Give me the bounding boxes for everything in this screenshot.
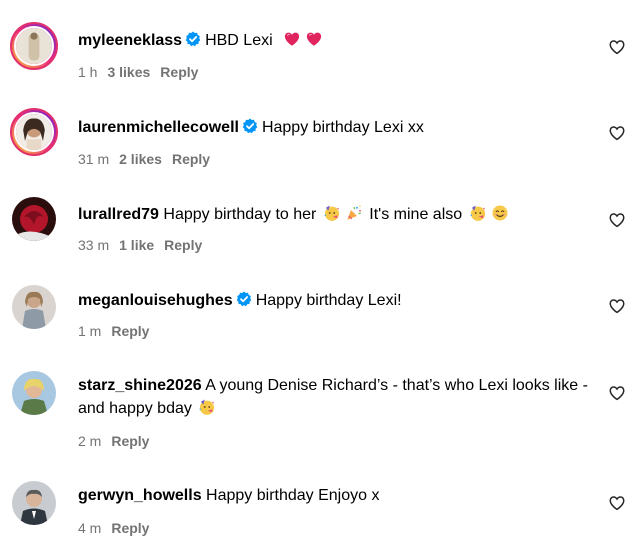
comment-text: meganlouisehughes Happy birthday Lexi! — [78, 289, 588, 312]
username[interactable]: gerwyn_howells — [78, 487, 202, 504]
partying-face-emoji-icon — [469, 204, 487, 222]
like-heart-icon[interactable] — [608, 297, 626, 315]
reply-button[interactable]: Reply — [111, 433, 149, 449]
comment-meta: 1 m Reply — [78, 322, 159, 340]
comment-text: myleeneklass HBD Lexi — [78, 29, 588, 52]
comment-text: starz_shine2026 A young Denise Richard’s… — [78, 374, 588, 420]
comment-body: HBD Lexi — [205, 32, 273, 49]
timestamp: 1 m — [78, 323, 102, 339]
timestamp: 31 m — [78, 151, 110, 167]
likes-count[interactable]: 1 like — [119, 237, 154, 253]
verified-badge-icon — [242, 118, 258, 134]
timestamp: 33 m — [78, 237, 110, 253]
comment-body: Happy birthday Lexi xx — [261, 119, 424, 136]
reply-button[interactable]: Reply — [172, 151, 210, 167]
comment-body: Happy birthday Enjoyo x — [206, 487, 380, 504]
likes-count[interactable]: 2 likes — [119, 151, 162, 167]
timestamp: 2 m — [78, 433, 102, 449]
comment-meta: 2 m Reply — [78, 432, 159, 450]
comment-text: lurallred79 Happy birthday to her It's m… — [78, 203, 588, 226]
username[interactable]: laurenmichellecowell — [78, 119, 239, 136]
comment-meta: 1 h 3 likes Reply — [78, 63, 208, 81]
heart-emoji-icon — [305, 30, 323, 48]
like-heart-icon[interactable] — [608, 124, 626, 142]
partying-face-emoji-icon — [323, 204, 341, 222]
username[interactable]: starz_shine2026 — [78, 377, 202, 394]
avatar[interactable] — [10, 22, 58, 70]
comment-meta: 33 m 1 like Reply — [78, 236, 212, 254]
comment-meta: 31 m 2 likes Reply — [78, 150, 220, 168]
like-heart-icon[interactable] — [608, 38, 626, 56]
avatar[interactable] — [12, 285, 56, 329]
party-popper-emoji-icon — [345, 204, 363, 222]
avatar[interactable] — [12, 371, 56, 415]
verified-badge-icon — [236, 291, 252, 307]
avatar[interactable] — [12, 197, 56, 241]
heart-emoji-icon — [283, 30, 301, 48]
reply-button[interactable]: Reply — [111, 323, 149, 339]
comment-body: Happy birthday to her — [163, 206, 317, 223]
partying-face-emoji-icon — [198, 398, 216, 416]
like-heart-icon[interactable] — [608, 384, 626, 402]
like-heart-icon[interactable] — [608, 211, 626, 229]
avatar[interactable] — [12, 481, 56, 525]
comment-text: gerwyn_howells Happy birthday Enjoyo x — [78, 484, 588, 507]
comment-body-continued: It's mine also — [369, 206, 463, 223]
timestamp: 1 h — [78, 64, 98, 80]
likes-count[interactable]: 3 likes — [107, 64, 150, 80]
username[interactable]: lurallred79 — [78, 206, 159, 223]
username[interactable]: myleeneklass — [78, 32, 182, 49]
like-heart-icon[interactable] — [608, 494, 626, 512]
avatar[interactable] — [10, 108, 58, 156]
username[interactable]: meganlouisehughes — [78, 292, 233, 309]
comment-meta: 4 m Reply — [78, 519, 159, 537]
timestamp: 4 m — [78, 520, 102, 536]
comment-text: laurenmichellecowell Happy birthday Lexi … — [78, 116, 588, 139]
reply-button[interactable]: Reply — [164, 237, 202, 253]
smiling-face-emoji-icon — [491, 204, 509, 222]
reply-button[interactable]: Reply — [111, 520, 149, 536]
comment-body: Happy birthday Lexi! — [255, 292, 402, 309]
verified-badge-icon — [185, 31, 201, 47]
reply-button[interactable]: Reply — [160, 64, 198, 80]
